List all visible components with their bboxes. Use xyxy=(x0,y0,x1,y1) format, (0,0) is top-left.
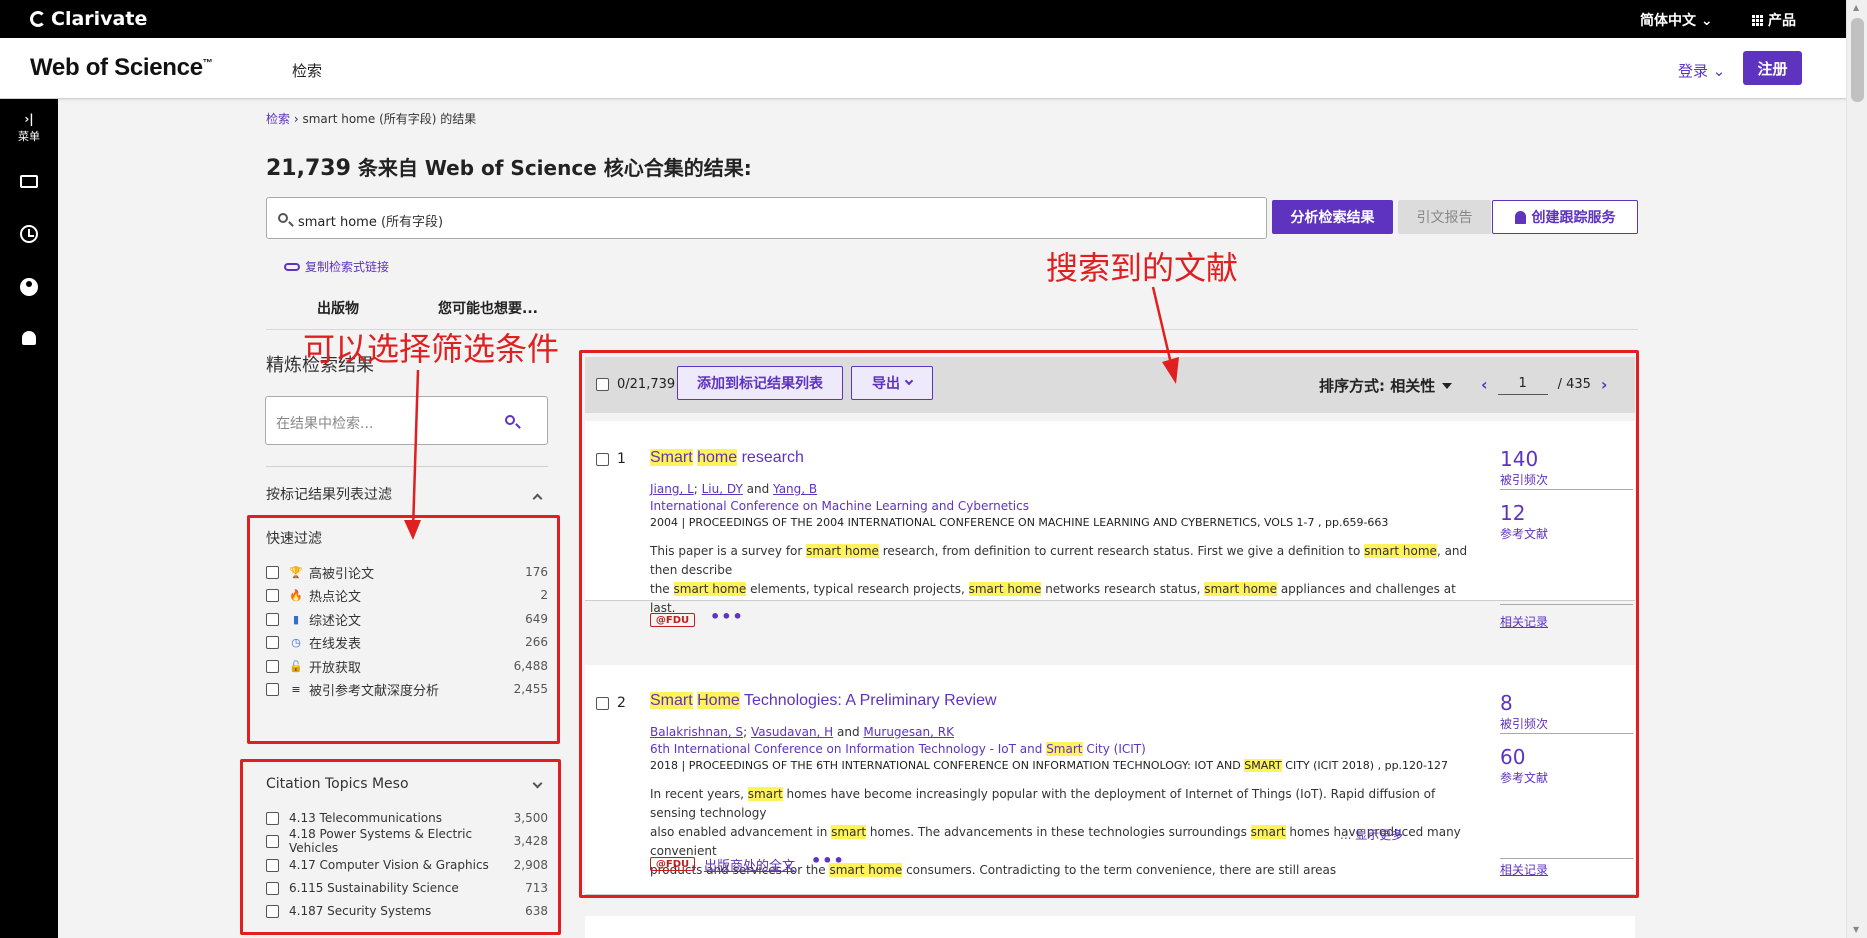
apps-grid-icon xyxy=(1752,14,1763,26)
search-icon[interactable] xyxy=(505,415,515,425)
rail-alerts[interactable] xyxy=(0,331,58,345)
annotation-box-quick-filters xyxy=(247,515,560,744)
top-bar: Clarivate 简体中文 ⌄ 产品 xyxy=(0,0,1867,38)
marked-list-filter-heading[interactable]: 按标记结果列表过滤 xyxy=(266,484,392,504)
scrollbar-thumb[interactable] xyxy=(1851,18,1864,102)
breadcrumb-search-link[interactable]: 检索 xyxy=(266,112,290,126)
nav-search-link[interactable]: 检索 xyxy=(292,60,322,81)
filter-divider xyxy=(266,466,548,467)
copy-link-label: 复制检索式链接 xyxy=(305,260,390,274)
products-label: 产品 xyxy=(1768,13,1796,29)
copy-query-link[interactable]: 复制检索式链接 xyxy=(284,258,389,275)
refine-search-input[interactable]: 在结果中检索... xyxy=(265,396,548,445)
analyze-results-button[interactable]: 分析检索结果 xyxy=(1272,200,1393,234)
register-button[interactable]: 注册 xyxy=(1743,51,1802,85)
create-alert-button[interactable]: 创建跟踪服务 xyxy=(1492,200,1638,234)
result-card-3 xyxy=(585,916,1635,938)
folder-icon xyxy=(20,175,38,188)
language-selector[interactable]: 简体中文 ⌄ xyxy=(1640,10,1713,30)
scroll-up-icon[interactable]: ▲ xyxy=(1853,3,1859,12)
annotation-arrow-filters xyxy=(411,369,420,531)
clarivate-brand-text: Clarivate xyxy=(51,8,148,30)
products-menu[interactable]: 产品 xyxy=(1752,10,1796,30)
citation-report-button[interactable]: 引文报告 xyxy=(1398,200,1491,234)
annotation-box-results xyxy=(579,350,1639,898)
clarivate-logo[interactable]: Clarivate xyxy=(30,8,147,30)
page-scrollbar[interactable]: ▲ ▼ xyxy=(1846,0,1867,938)
web-of-science-logo[interactable]: Web of Science™ xyxy=(30,54,213,82)
breadcrumb-separator: › xyxy=(293,112,299,126)
refine-search-placeholder: 在结果中检索... xyxy=(276,416,374,432)
query-text: smart home xyxy=(298,215,377,230)
history-icon xyxy=(20,225,38,243)
bell-icon xyxy=(1514,210,1526,224)
create-alert-label: 创建跟踪服务 xyxy=(1531,210,1616,226)
query-display-box[interactable]: smart home (所有字段) xyxy=(266,197,1267,239)
result-count-heading: 21,739 条来自 Web of Science 核心合集的结果: xyxy=(266,156,752,181)
tab-you-may-also-like[interactable]: 您可能也想要... xyxy=(438,298,538,318)
rail-profile[interactable] xyxy=(0,278,58,296)
side-rail: ›| 菜单 xyxy=(0,99,58,938)
breadcrumb: 检索 › smart home (所有字段) 的结果 xyxy=(266,110,476,127)
link-icon xyxy=(284,262,300,271)
rail-folder[interactable] xyxy=(0,175,58,188)
annotation-results-text: 搜索到的文献 xyxy=(1046,249,1239,287)
search-icon xyxy=(278,213,288,223)
query-field: (所有字段) xyxy=(376,215,444,230)
tab-publications[interactable]: 出版物 xyxy=(317,298,359,318)
app-header: Web of Science™ 检索 登录 ⌄ 注册 xyxy=(0,38,1867,99)
rail-menu-label: 菜单 xyxy=(18,130,40,143)
login-menu[interactable]: 登录 ⌄ xyxy=(1678,60,1725,81)
clarivate-logo-icon xyxy=(30,11,46,27)
result-count: 21,739 xyxy=(266,156,351,181)
rail-menu-toggle[interactable]: ›| 菜单 xyxy=(0,112,58,144)
user-icon xyxy=(20,278,38,296)
scroll-down-icon[interactable]: ▼ xyxy=(1853,925,1859,934)
breadcrumb-current: smart home (所有字段) 的结果 xyxy=(302,112,477,126)
annotation-box-citation-topics xyxy=(240,759,561,935)
bell-icon xyxy=(22,331,36,345)
annotation-filters-text: 可以选择筛选条件 xyxy=(303,330,560,368)
chevron-up-icon[interactable] xyxy=(532,493,543,504)
expand-menu-icon: ›| xyxy=(24,112,34,126)
rail-history[interactable] xyxy=(0,225,58,243)
